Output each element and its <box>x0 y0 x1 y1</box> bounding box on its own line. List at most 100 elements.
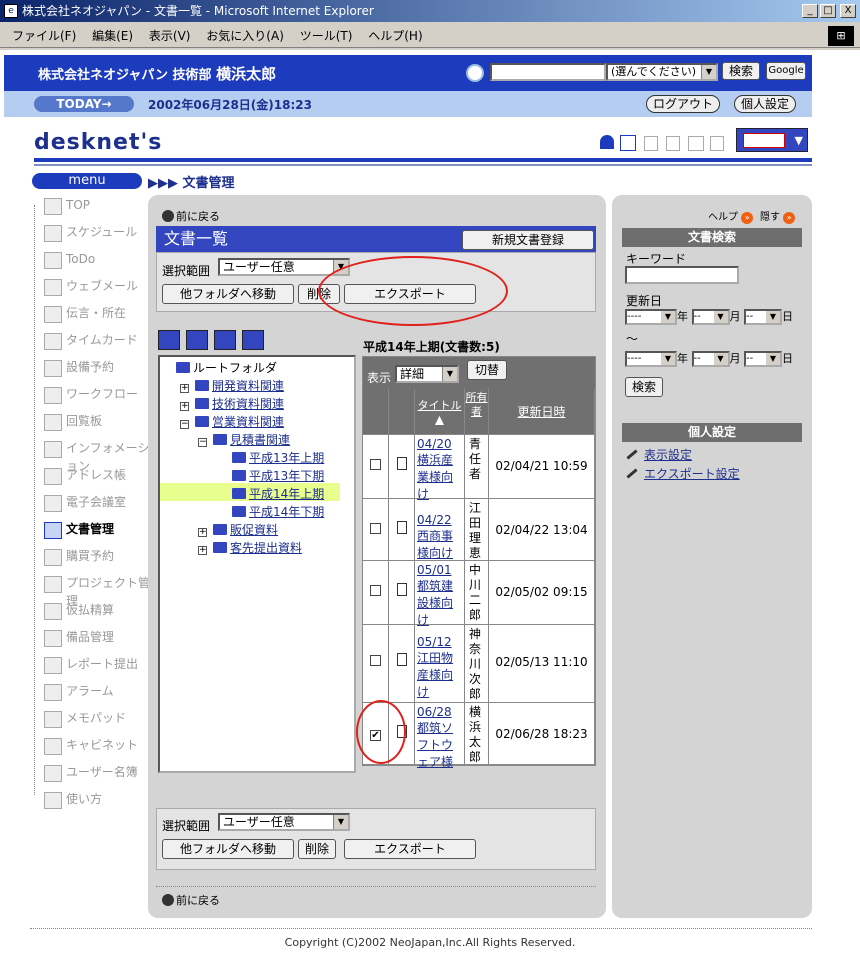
export-settings-link[interactable]: エクスポート設定 <box>626 465 740 482</box>
table-icon[interactable] <box>688 136 704 151</box>
tree-node-estimates[interactable]: − 見積書関連 <box>198 431 290 448</box>
checkbox[interactable] <box>370 585 381 596</box>
search-submit-button[interactable]: 検索 <box>625 377 663 397</box>
tree-node-h13-2[interactable]: 平成13年下期 <box>232 467 324 484</box>
tree-node-h13-1[interactable]: 平成13年上期 <box>232 449 324 466</box>
sidebar-item-memo[interactable]: メモパッド <box>30 709 150 736</box>
collapse-icon[interactable]: − <box>198 438 207 447</box>
menu-file[interactable]: ファイル(F) <box>12 27 76 44</box>
header-title[interactable]: タイトル▲ <box>415 389 465 435</box>
logout-button[interactable]: ログアウト <box>646 95 721 113</box>
back-link-top[interactable]: 前に戻る <box>162 208 220 224</box>
document-title-link[interactable]: 06/28都筑ソフトウェア様 <box>417 705 453 769</box>
row-title[interactable]: 05/12江田物産様向け <box>415 625 465 703</box>
row-title[interactable]: 04/20横浜産業様向け <box>415 435 465 501</box>
row-title[interactable]: 05/01都筑建設様向け <box>415 561 465 627</box>
document-title-link[interactable]: 05/12江田物産様向け <box>417 635 453 699</box>
folder-move-icon[interactable] <box>242 330 264 350</box>
google-button[interactable]: Google <box>766 62 806 80</box>
sidebar-item-project[interactable]: プロジェクト管理 <box>30 574 150 608</box>
row-checkbox[interactable] <box>363 499 389 561</box>
menu-tools[interactable]: ツール(T) <box>300 27 353 44</box>
day-from-select[interactable]: -- ▼ <box>744 309 782 325</box>
sidebar-item-top[interactable]: TOP <box>30 196 150 223</box>
tree-node-promotion[interactable]: + 販促資料 <box>198 521 278 538</box>
sidebar-item-timecard[interactable]: タイムカード <box>30 331 150 358</box>
help-link[interactable]: ヘルプ » <box>708 208 754 224</box>
tree-node-technical[interactable]: + 技術資料関連 <box>180 395 284 412</box>
header-updated[interactable]: 更新日時 <box>489 389 595 435</box>
sidebar-item-workflow[interactable]: ワークフロー <box>30 385 150 412</box>
sidebar-item-todo[interactable]: ToDo <box>30 250 150 277</box>
year-from-select[interactable]: ---- ▼ <box>625 309 677 325</box>
search-button[interactable]: 検索 <box>722 62 760 80</box>
sidebar-item-alarm[interactable]: アラーム <box>30 682 150 709</box>
row-checkbox[interactable] <box>363 625 389 703</box>
sidebar-item-facility[interactable]: 設備予約 <box>30 358 150 385</box>
row-doc-icon[interactable] <box>389 499 415 561</box>
tree-node-client[interactable]: + 客先提出資料 <box>198 539 302 556</box>
view-select[interactable]: 詳細 ▼ <box>395 365 459 383</box>
new-folder-icon[interactable] <box>158 330 180 350</box>
row-checkbox[interactable] <box>363 561 389 625</box>
scope-select-bottom[interactable]: ユーザー任意 ▼ <box>218 813 350 831</box>
sidebar-item-help[interactable]: 使い方 <box>30 790 150 817</box>
expand-icon[interactable]: + <box>198 546 207 555</box>
sidebar-item-equipment[interactable]: 備品管理 <box>30 628 150 655</box>
sidebar-item-report[interactable]: レポート提出 <box>30 655 150 682</box>
sidebar-item-expense[interactable]: 仮払精算 <box>30 601 150 628</box>
tree-node-h14-2[interactable]: 平成14年下期 <box>232 503 324 520</box>
menu-edit[interactable]: 編集(E) <box>92 27 133 44</box>
menu-help[interactable]: ヘルプ(H) <box>368 27 422 44</box>
expand-icon[interactable]: + <box>180 384 189 393</box>
edit-icon[interactable] <box>666 136 680 151</box>
row-doc-icon[interactable] <box>389 561 415 625</box>
org-icon[interactable] <box>620 135 636 151</box>
sidebar-item-purchase[interactable]: 購買予約 <box>30 547 150 574</box>
keyword-input[interactable] <box>625 266 739 284</box>
row-doc-icon[interactable] <box>389 435 415 499</box>
row-checkbox[interactable] <box>363 435 389 499</box>
row-title[interactable]: 04/22西商事様向け <box>415 499 465 561</box>
sidebar-item-directory[interactable]: ユーザー名簿 <box>30 763 150 790</box>
sidebar-item-documents[interactable]: 文書管理 <box>30 520 150 547</box>
day-to-select[interactable]: -- ▼ <box>744 351 782 367</box>
maximize-button[interactable]: □ <box>820 4 836 18</box>
checkbox[interactable] <box>370 655 381 666</box>
checkbox[interactable] <box>370 523 381 534</box>
document-title-link[interactable]: 04/22西商事様向け <box>417 513 453 560</box>
stack-icon[interactable] <box>710 136 724 151</box>
row-title[interactable]: 06/28都筑ソフトウェア様 <box>415 703 465 769</box>
hide-link[interactable]: 隠す » <box>760 208 796 224</box>
doc-icon[interactable] <box>644 136 658 151</box>
minimize-button[interactable]: _ <box>802 4 818 18</box>
search-input[interactable] <box>490 63 606 81</box>
sidebar-item-information[interactable]: インフォメーション <box>30 439 150 473</box>
switch-view-button[interactable]: 切替 <box>467 360 507 380</box>
close-button[interactable]: X <box>840 4 856 18</box>
document-title-link[interactable]: 04/20横浜産業様向け <box>417 437 453 501</box>
new-document-button[interactable]: 新規文書登録 <box>462 230 594 250</box>
year-to-select[interactable]: ---- ▼ <box>625 351 677 367</box>
sidebar-item-cabinet[interactable]: キャビネット <box>30 736 150 763</box>
back-link-bottom[interactable]: 前に戻る <box>162 892 220 908</box>
checkbox[interactable] <box>370 459 381 470</box>
sidebar-item-circular[interactable]: 回覧板 <box>30 412 150 439</box>
search-target-select[interactable]: (選んでください) ▼ <box>606 63 718 81</box>
sidebar-item-address[interactable]: アドレス帳 <box>30 466 150 493</box>
expand-icon[interactable]: + <box>180 402 189 411</box>
view-settings-link[interactable]: 表示設定 <box>626 446 692 463</box>
export-button-bottom[interactable]: エクスポート <box>344 839 476 859</box>
move-folder-button-top[interactable]: 他フォルダへ移動 <box>162 284 294 304</box>
tree-node-root[interactable]: ルートフォルダ <box>176 359 277 376</box>
document-title-link[interactable]: 05/01都筑建設様向け <box>417 563 453 627</box>
delete-button-bottom[interactable]: 削除 <box>298 839 336 859</box>
personal-settings-button[interactable]: 個人設定 <box>734 95 797 113</box>
tree-node-sales[interactable]: − 営業資料関連 <box>180 413 284 430</box>
folder-access-icon[interactable] <box>214 330 236 350</box>
collapse-icon[interactable]: − <box>180 420 189 429</box>
folder-edit-icon[interactable] <box>186 330 208 350</box>
header-owner[interactable]: 所有者 <box>465 389 489 435</box>
sidebar-item-forum[interactable]: 電子会議室 <box>30 493 150 520</box>
sidebar-item-schedule[interactable]: スケジュール <box>30 223 150 250</box>
